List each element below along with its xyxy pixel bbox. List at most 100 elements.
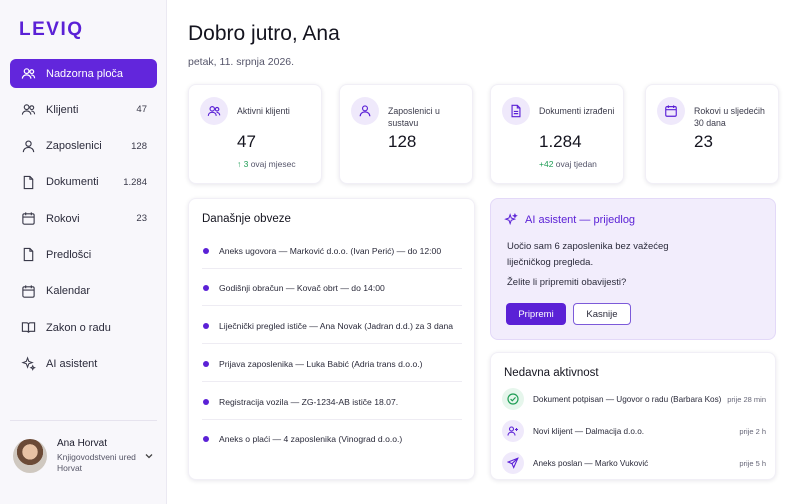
main-content: Dobro jutro, Ana petak, 11. srpnja 2026.… [167,0,800,504]
activity-text: Dokument potpisan — Ugovor o radu (Barba… [533,394,722,404]
sidebar-item-label: Rokovi [46,212,80,225]
sidebar-item-label: AI asistent [46,357,98,370]
obligation-item[interactable]: Aneks o plaći — 4 zaposlenika (Vinograd … [202,421,462,457]
bullet-dot [203,284,209,291]
app-logo: LEVIQ [19,19,84,40]
stat-delta: +42 ovaj tjedan [539,159,597,169]
sidebar-item-ai-assistant[interactable]: AI asistent [10,349,157,378]
activity-time: prije 2 h [739,426,766,436]
stat-label: Aktivni klijenti [237,106,290,116]
user-role: Knjigovodstveni ured Horvat [57,452,143,474]
obligation-text: Aneks o plaći — 4 zaposlenika (Vinograd … [219,434,403,444]
obligation-item[interactable]: Aneks ugovora — Marković d.o.o. (Ivan Pe… [202,233,462,269]
bullet-dot [203,436,209,442]
book-icon [20,320,36,336]
sidebar-item-label: Zaposlenici [46,140,102,153]
document-icon [20,174,36,190]
ai-suggestion-header: AI asistent — prijedlog [504,213,635,227]
sidebar-item-label: Dokumenti [46,176,99,189]
activity-time: prije 5 h [739,458,766,468]
calendar-icon [20,211,36,227]
person-icon [351,97,379,125]
obligation-item[interactable]: Registracija vozila — ZG-1234-AB ističe … [202,384,462,420]
users-icon [200,97,228,125]
ai-suggestion-question: Želite li pripremiti obavijesti? [507,277,627,288]
person-icon [20,138,36,154]
sidebar-item-documents[interactable]: Dokumenti 1.284 [10,168,157,197]
send-icon [502,452,524,474]
obligation-text: Registracija vozila — ZG-1234-AB ističe … [219,396,399,407]
page-title: Dobro jutro, Ana [188,22,340,45]
sidebar-item-count: 23 [136,213,147,225]
obligation-item[interactable]: Liječnički pregled ističe — Ana Novak (J… [202,308,462,344]
stat-value: 23 [694,132,713,151]
bullet-dot [203,247,209,254]
activity-time: prije 28 min [727,394,766,404]
sidebar-item-dashboard[interactable]: Nadzorna ploča [10,59,157,88]
sidebar-item-clients[interactable]: Klijenti 47 [10,95,157,124]
sidebar-nav: Nadzorna ploča Klijenti 47 Zaposlenici 1… [10,59,157,386]
sidebar-item-calendar[interactable]: Kalendar [10,277,157,306]
stat-delta-text: ovaj mjesec [248,159,296,169]
sidebar-item-label: Zakon o radu [46,321,111,334]
ai-suggestion-title: AI asistent — prijedlog [525,214,636,226]
stat-card-active-clients: Aktivni klijenti 47 ↑ 3 ovaj mjesec [188,84,322,184]
prepare-button[interactable]: Pripremi [506,303,566,325]
user-info: Ana Horvat Knjigovodstveni ured Horvat [57,438,143,474]
stat-label: Dokumenti izrađeni [539,106,615,116]
sidebar-item-label: Kalendar [46,285,91,298]
user-profile[interactable]: Ana Horvat Knjigovodstveni ured Horvat [10,420,157,482]
activity-item[interactable]: Aneks poslan — Marko Vuković prije 5 h [502,447,766,479]
app-window: LEVIQ Nadzorna ploča Klijenti 47 Zaposle… [0,0,800,504]
stat-label: Rokovi u sljedećih 30 dana [694,106,765,128]
obligation-item[interactable]: Prijava zaposlenika — Luka Babić (Adria … [202,346,462,382]
sidebar-item-count: 1.284 [123,176,147,188]
user-plus-icon [502,420,524,442]
users-icon [20,66,36,82]
activity-title: Nedavna aktivnost [504,367,599,379]
stat-delta: ↑ 3 ovaj mjesec [237,159,296,169]
obligation-item[interactable]: Godišnji obračun — Kovač obrt — do 14:00 [202,270,462,306]
activity-item[interactable]: Novi klijent — Dalmacija d.o.o. prije 2 … [502,415,766,447]
stat-card-deadlines: Rokovi u sljedećih 30 dana 23 [645,84,779,184]
sidebar-item-count: 47 [136,104,147,116]
user-name: Ana Horvat [57,437,108,449]
later-button[interactable]: Kasnije [573,303,631,325]
sidebar-item-label: Predlošci [46,248,92,261]
sparkle-icon [504,213,518,226]
sidebar-item-label: Nadzorna ploča [46,67,124,80]
obligation-text: Aneks ugovora — Marković d.o.o. (Ivan Pe… [219,245,442,256]
check-circle-icon [502,388,524,410]
activity-text: Novi klijent — Dalmacija d.o.o. [533,426,645,436]
ai-suggestion-card: AI asistent — prijedlog Uočio sam 6 zapo… [490,198,776,340]
sidebar-item-deadlines[interactable]: Rokovi 23 [10,204,157,233]
sidebar-item-labor-law[interactable]: Zakon o radu [10,313,157,342]
stat-delta-text: ovaj tjedan [553,159,597,169]
activity-card: Nedavna aktivnost Dokument potpisan — Ug… [490,352,776,480]
current-date: petak, 11. srpnja 2026. [188,56,295,68]
stat-value: 1.284 [539,132,582,151]
sidebar-item-employees[interactable]: Zaposlenici 128 [10,132,157,161]
bullet-dot [203,322,209,329]
stat-card-employees: Zaposlenici u sustavu 128 [339,84,473,184]
activity-item[interactable]: Dokument potpisan — Ugovor o radu (Barba… [502,383,766,415]
stat-card-documents: Dokumenti izrađeni 1.284 +42 ovaj tjedan [490,84,624,184]
sidebar-item-label: Klijenti [46,103,79,116]
sidebar-item-templates[interactable]: Predlošci [10,240,157,269]
sidebar-item-count: 128 [131,140,147,152]
document-icon [502,97,530,125]
bullet-dot [203,360,209,367]
document-icon [20,247,36,263]
activity-text: Aneks poslan — Marko Vuković [533,458,649,468]
ai-suggestion-message: Uočio sam 6 zaposlenika bez važećeg lije… [507,241,669,268]
obligation-text: Prijava zaposlenika — Luka Babić (Adria … [219,358,423,369]
stat-value: 47 [237,132,256,151]
user-role-line1: Knjigovodstveni ured [57,451,136,462]
obligation-text: Liječnički pregled ističe — Ana Novak (J… [219,320,454,331]
stat-delta-value: ↑ 3 [237,159,249,169]
obligations-card: Današnje obveze Aneks ugovora — Marković… [188,198,475,480]
chevron-down-icon[interactable] [143,450,155,462]
calendar-icon [20,283,36,299]
user-role-line2: Horvat [57,462,83,473]
sidebar: LEVIQ Nadzorna ploča Klijenti 47 Zaposle… [0,0,167,504]
